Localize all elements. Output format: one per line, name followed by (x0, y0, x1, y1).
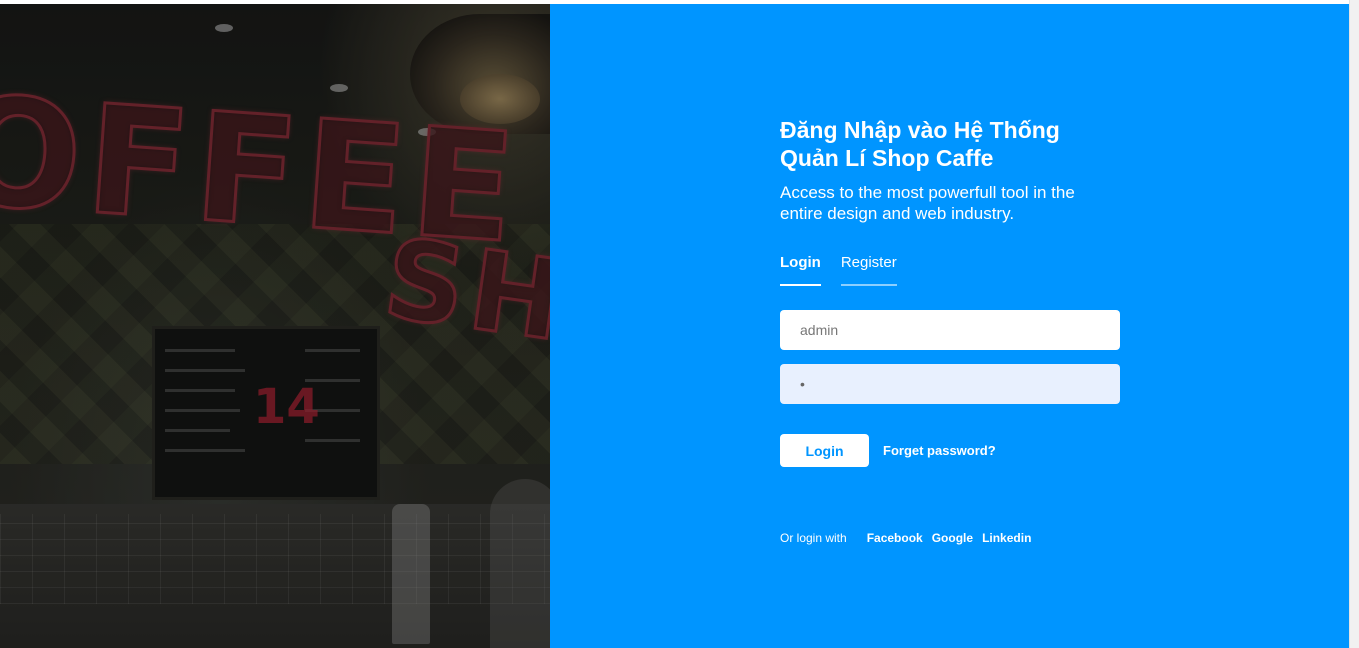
login-button[interactable]: Login (780, 434, 869, 467)
tab-register[interactable]: Register (840, 254, 897, 286)
form-actions: Login Forget password? (780, 434, 1122, 467)
login-heading: Đăng Nhập vào Hệ Thống Quản Lí Shop Caff… (780, 117, 1060, 171)
social-login: Or login with Facebook Google Linkedin (780, 531, 1122, 545)
linkedin-login-link[interactable]: Linkedin (982, 531, 1031, 545)
forget-password-link[interactable]: Forget password? (883, 443, 996, 458)
google-login-link[interactable]: Google (932, 531, 973, 545)
auth-tabs: Login Register (780, 254, 1122, 286)
page-frame: OFFEE SHOP 14 Đăng Nhập vào Hệ Thống Quả… (0, 4, 1349, 648)
tab-login[interactable]: Login (780, 254, 821, 286)
password-input[interactable] (780, 364, 1120, 404)
facebook-login-link[interactable]: Facebook (867, 531, 923, 545)
login-panel: Đăng Nhập vào Hệ Thống Quản Lí Shop Caff… (550, 4, 1349, 648)
coffee-shop-photo: OFFEE SHOP 14 (0, 4, 550, 648)
vertical-scrollbar[interactable] (1349, 0, 1359, 648)
login-subheading: Access to the most powerfull tool in the… (780, 183, 1075, 223)
login-form: Đăng Nhập vào Hệ Thống Quản Lí Shop Caff… (780, 116, 1122, 545)
username-input[interactable] (780, 310, 1120, 350)
photo-dark-overlay (0, 4, 550, 648)
social-login-prefix: Or login with (780, 531, 847, 545)
